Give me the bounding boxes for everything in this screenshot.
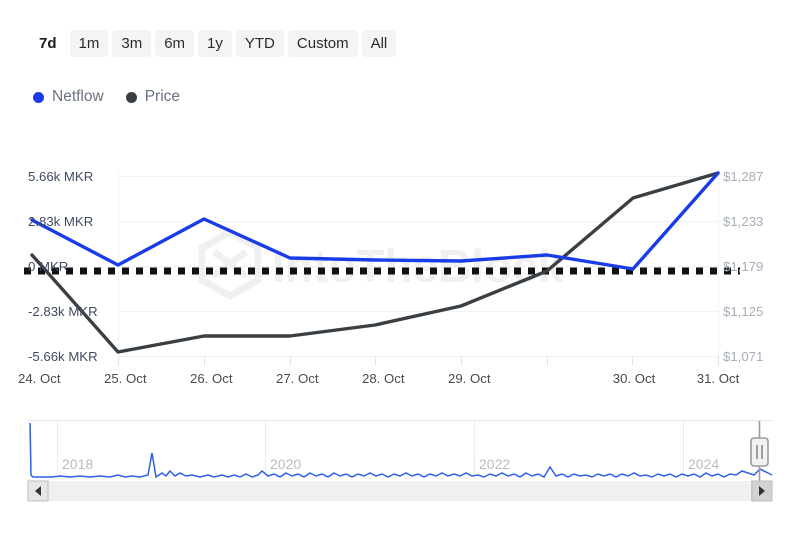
navigator-year-2: 2022 xyxy=(479,456,510,472)
y-right-tick-3: $1,125 xyxy=(723,304,763,319)
watermark-logo-icon xyxy=(202,232,258,296)
y-right-tick-2: $1,179 xyxy=(723,259,763,274)
chart-legend: Netflow Price xyxy=(33,88,180,106)
navigator-year-1: 2020 xyxy=(270,456,301,472)
chart-svg: IntoTheBlock xyxy=(0,140,800,395)
range-button-all[interactable]: All xyxy=(362,30,397,57)
legend-dot-price xyxy=(126,92,137,103)
navigator-svg: 2018 2020 2022 2024 xyxy=(0,405,800,505)
x-tick-5: 29. Oct xyxy=(448,371,491,386)
range-button-1y[interactable]: 1y xyxy=(198,30,232,57)
navigator-gridlines xyxy=(58,421,684,479)
range-button-6m[interactable]: 6m xyxy=(155,30,194,57)
x-tick-6: 30. Oct xyxy=(613,371,656,386)
x-tick-3: 27. Oct xyxy=(276,371,319,386)
x-tick-0: 24. Oct xyxy=(18,371,61,386)
legend-item-netflow[interactable]: Netflow xyxy=(33,88,104,106)
range-selector[interactable]: 7d 1m 3m 6m 1y YTD Custom All xyxy=(30,30,396,57)
y-right-tick-1: $1,233 xyxy=(723,214,763,229)
chart-plot-area[interactable]: IntoTheBlock xyxy=(0,140,800,395)
range-button-1m[interactable]: 1m xyxy=(70,30,109,57)
y-left-tick-1: 2.83k MKR xyxy=(28,214,93,229)
navigator-scroll-right-button[interactable] xyxy=(752,481,772,501)
range-button-3m[interactable]: 3m xyxy=(112,30,151,57)
y-left-tick-2: 0 MKR xyxy=(28,259,68,274)
navigator-year-3: 2024 xyxy=(688,456,719,472)
range-button-7d[interactable]: 7d xyxy=(30,30,66,57)
chart-navigator[interactable]: 2018 2020 2022 2024 xyxy=(0,405,800,505)
navigator-year-0: 2018 xyxy=(62,456,93,472)
x-tick-7: 31. Oct xyxy=(697,371,740,386)
y-axis-left-labels: 5.66k MKR 2.83k MKR 0 MKR -2.83k MKR -5.… xyxy=(28,169,98,364)
y-left-tick-3: -2.83k MKR xyxy=(28,304,98,319)
x-tick-2: 26. Oct xyxy=(190,371,233,386)
y-axis-right-labels: $1,287 $1,233 $1,179 $1,125 $1,071 xyxy=(723,169,763,364)
y-right-tick-4: $1,071 xyxy=(723,349,763,364)
navigator-scrollbar-track[interactable] xyxy=(28,481,772,501)
legend-label-price: Price xyxy=(145,88,180,106)
y-left-tick-0: 5.66k MKR xyxy=(28,169,93,184)
y-right-tick-0: $1,287 xyxy=(723,169,763,184)
navigator-series-line xyxy=(30,423,772,477)
range-button-ytd[interactable]: YTD xyxy=(236,30,284,57)
y-left-tick-4: -5.66k MKR xyxy=(28,349,98,364)
legend-dot-netflow xyxy=(33,92,44,103)
legend-item-price[interactable]: Price xyxy=(126,88,180,106)
x-tick-1: 25. Oct xyxy=(104,371,147,386)
navigator-year-labels: 2018 2020 2022 2024 xyxy=(62,456,719,472)
legend-label-netflow: Netflow xyxy=(52,88,104,106)
navigator-scroll-left-button[interactable] xyxy=(28,481,48,501)
x-axis-labels: 24. Oct 25. Oct 26. Oct 27. Oct 28. Oct … xyxy=(18,371,740,386)
navigator-handle-right[interactable] xyxy=(751,438,768,466)
x-tick-4: 28. Oct xyxy=(362,371,405,386)
range-button-custom[interactable]: Custom xyxy=(288,30,358,57)
